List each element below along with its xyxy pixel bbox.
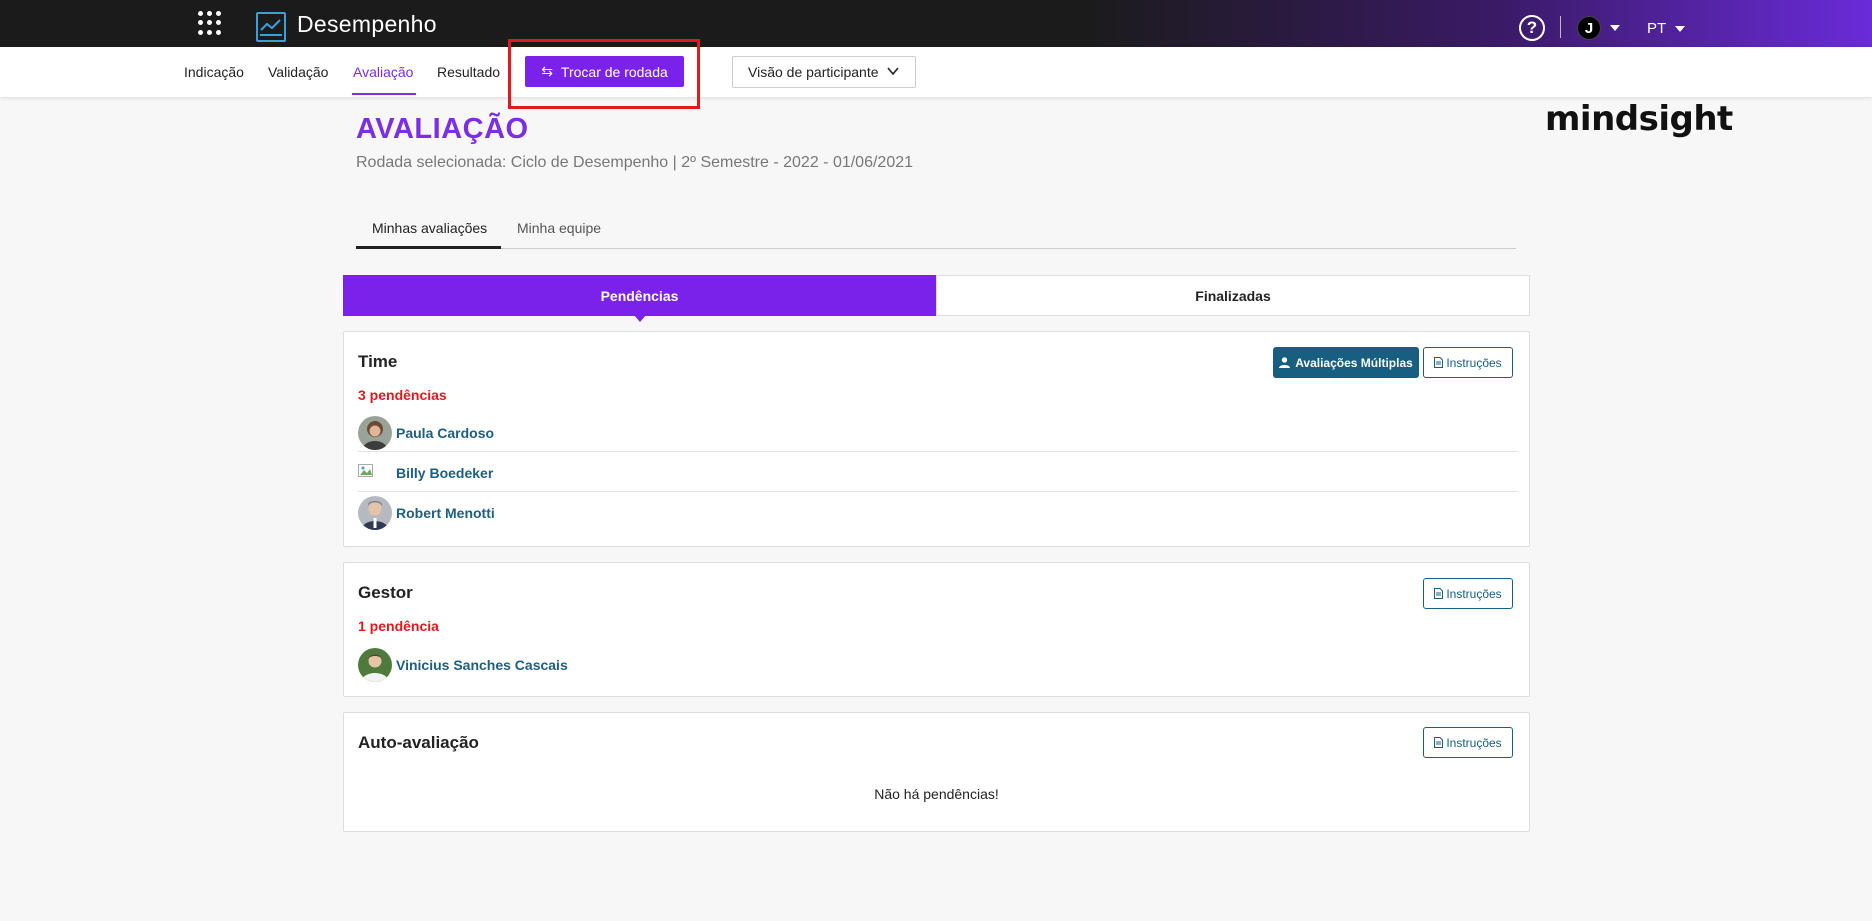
card-gestor: Gestor 1 pendência Instruções Vinicius S…: [343, 562, 1530, 697]
card-auto-avaliacao: Auto-avaliação Instruções Não há pendênc…: [343, 712, 1530, 832]
person-name[interactable]: Paula Cardoso: [396, 425, 494, 441]
segment-pendencias[interactable]: Pendências: [343, 275, 936, 316]
user-menu-caret-icon[interactable]: [1610, 25, 1620, 31]
tab-active-indicator: [356, 246, 501, 249]
pending-count: 1 pendência: [358, 618, 439, 634]
nav-item-indicacao[interactable]: Indicação: [184, 64, 244, 80]
avatar: [358, 496, 392, 530]
highlight-box: [508, 39, 700, 109]
card-title: Auto-avaliação: [358, 733, 479, 752]
list-item[interactable]: Robert Menotti: [358, 494, 1518, 532]
person-name[interactable]: Vinicius Sanches Cascais: [396, 657, 568, 673]
avatar: [358, 416, 392, 450]
app-title[interactable]: Desempenho: [297, 11, 437, 38]
view-select[interactable]: Visão de participante: [732, 56, 916, 88]
avatar: [358, 648, 392, 682]
list-item[interactable]: Vinicius Sanches Cascais: [358, 646, 1518, 684]
segment-pointer: [634, 315, 646, 322]
nav-active-indicator: [352, 93, 416, 95]
chevron-down-icon: [887, 67, 899, 76]
round-subtitle: Rodada selecionada: Ciclo de Desempenho …: [356, 154, 914, 171]
document-icon: [1434, 737, 1444, 748]
brand-logo: mindsight: [1545, 99, 1733, 139]
performance-chart-icon: [256, 12, 286, 42]
instructions-button[interactable]: Instruções: [1423, 727, 1513, 758]
instructions-button[interactable]: Instruções: [1423, 347, 1513, 378]
divider: [1560, 16, 1561, 38]
tab-minha-equipe[interactable]: Minha equipe: [517, 220, 601, 236]
nav-item-validacao[interactable]: Validação: [268, 64, 328, 80]
tabs-divider: [356, 248, 1516, 249]
list-item[interactable]: Billy Boedeker: [358, 454, 1518, 492]
multiple-evaluations-button[interactable]: Avaliações Múltiplas: [1273, 347, 1419, 378]
nav-item-resultado[interactable]: Resultado: [437, 64, 500, 80]
tab-minhas-avaliacoes[interactable]: Minhas avaliações: [372, 220, 487, 236]
list-item[interactable]: Paula Cardoso: [358, 414, 1518, 452]
top-bar: Desempenho ? J PT: [0, 0, 1872, 47]
card-time: Time 3 pendências Avaliações Múltiplas I…: [343, 331, 1530, 547]
card-title: Time: [358, 352, 398, 371]
instructions-button[interactable]: Instruções: [1423, 578, 1513, 609]
person-name[interactable]: Robert Menotti: [396, 505, 495, 521]
nav-bar: Indicação Validação Avaliação Resultado …: [0, 47, 1872, 139]
nav-item-avaliacao[interactable]: Avaliação: [353, 64, 413, 80]
apps-grid-icon[interactable]: [198, 11, 222, 35]
empty-message: Não há pendências!: [874, 786, 999, 802]
person-name[interactable]: Billy Boedeker: [396, 465, 493, 481]
help-icon[interactable]: ?: [1519, 15, 1545, 41]
broken-image-icon: [358, 464, 373, 477]
page-title: AVALIAÇÃO: [356, 113, 529, 145]
language-caret-icon[interactable]: [1675, 26, 1685, 32]
segment-finalizadas[interactable]: Finalizadas: [936, 275, 1530, 316]
card-title: Gestor: [358, 583, 413, 602]
pending-count: 3 pendências: [358, 387, 447, 403]
user-icon: [1279, 357, 1291, 368]
document-icon: [1434, 588, 1444, 599]
document-icon: [1434, 357, 1444, 368]
language-selector[interactable]: PT: [1647, 20, 1666, 37]
user-avatar[interactable]: J: [1577, 16, 1601, 40]
